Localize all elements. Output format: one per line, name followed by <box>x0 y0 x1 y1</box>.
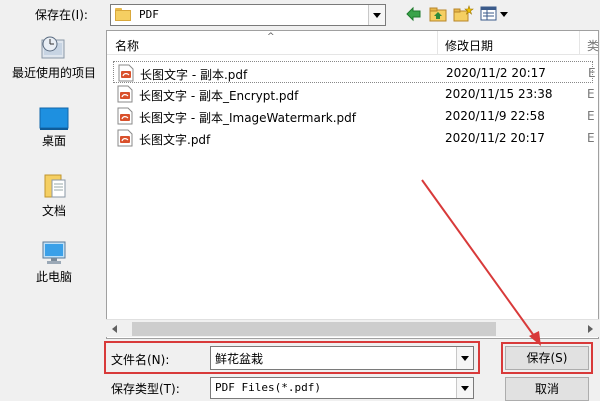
file-type: E <box>587 109 595 123</box>
file-date: 2020/11/15 23:38 <box>445 87 553 101</box>
column-type[interactable]: 类 <box>587 37 598 54</box>
file-name: 长图文字.pdf <box>139 133 211 147</box>
scroll-left-icon[interactable] <box>112 325 117 333</box>
scrollbar-thumb[interactable] <box>132 322 496 336</box>
sort-ascending-icon: ^ <box>267 32 275 42</box>
pdf-file-icon <box>118 64 134 82</box>
pdf-file-icon <box>117 107 133 125</box>
column-divider[interactable] <box>579 31 580 55</box>
file-name: 长图文字 - 副本.pdf <box>140 68 248 82</box>
file-row[interactable]: 长图文字 - 副本_ImageWatermark.pdf 2020/11/9 2… <box>113 105 595 127</box>
place-label: 最近使用的项目 <box>11 66 96 80</box>
horizontal-scrollbar[interactable] <box>106 319 599 337</box>
filename-input[interactable] <box>213 349 453 367</box>
chevron-down-icon[interactable] <box>456 347 473 369</box>
chevron-down-icon[interactable] <box>456 378 473 398</box>
pdf-file-icon <box>117 129 133 147</box>
save-in-label: 保存在(I): <box>35 8 88 22</box>
file-type: E <box>587 131 595 145</box>
pdf-file-icon <box>117 85 133 103</box>
file-row[interactable]: 长图文字.pdf 2020/11/2 20:17 E <box>113 127 595 149</box>
up-folder-icon[interactable] <box>428 5 448 23</box>
file-row[interactable]: 长图文字 - 副本.pdf 2020/11/2 20:17 E <box>113 61 596 83</box>
column-divider[interactable] <box>437 31 438 55</box>
back-arrow-icon[interactable] <box>404 5 424 23</box>
scroll-right-icon[interactable] <box>588 325 593 333</box>
place-label: 此电脑 <box>35 270 72 284</box>
file-date: 2020/11/2 20:17 <box>445 131 545 145</box>
place-computer[interactable]: 此电脑 <box>5 240 103 284</box>
computer-icon <box>42 241 66 264</box>
save-in-value: PDF <box>139 8 159 21</box>
documents-icon <box>44 174 66 198</box>
new-folder-icon[interactable] <box>453 5 474 23</box>
place-desktop[interactable]: 桌面 <box>5 106 103 148</box>
view-menu-icon[interactable] <box>480 5 510 23</box>
recent-icon <box>41 36 65 59</box>
file-type: E <box>588 66 596 80</box>
column-header: 名称 ^ 修改日期 类 <box>107 31 598 55</box>
cancel-button[interactable]: 取消 <box>505 377 589 401</box>
file-date: 2020/11/2 20:17 <box>446 66 546 80</box>
folder-icon <box>115 8 131 21</box>
file-name: 长图文字 - 副本_Encrypt.pdf <box>139 89 299 103</box>
file-date: 2020/11/9 22:58 <box>445 109 545 123</box>
place-label: 文档 <box>41 204 66 218</box>
filename-combo[interactable] <box>210 346 474 370</box>
filetype-combo[interactable]: PDF Files(*.pdf) <box>210 377 474 399</box>
places-sidebar: 最近使用的项目 桌面 文档 此电脑 <box>5 30 103 360</box>
place-label: 桌面 <box>41 134 66 148</box>
column-date[interactable]: 修改日期 <box>445 37 493 54</box>
save-button[interactable]: 保存(S) <box>505 346 589 370</box>
column-name[interactable]: 名称 <box>115 37 139 54</box>
desktop-icon <box>39 107 69 130</box>
place-recent[interactable]: 最近使用的项目 <box>5 34 103 80</box>
filetype-label: 保存类型(T): <box>111 382 180 396</box>
save-in-combo[interactable]: PDF <box>110 4 386 26</box>
place-documents[interactable]: 文档 <box>5 172 103 218</box>
chevron-down-icon[interactable] <box>368 5 385 25</box>
file-name: 长图文字 - 副本_ImageWatermark.pdf <box>139 111 357 125</box>
file-row[interactable]: 长图文字 - 副本_Encrypt.pdf 2020/11/15 23:38 E <box>113 83 595 105</box>
filetype-value: PDF Files(*.pdf) <box>215 381 321 394</box>
file-list[interactable]: 名称 ^ 修改日期 类 长图文字 - 副本.pdf 2020/11/2 20:1… <box>106 30 599 339</box>
filename-label: 文件名(N): <box>111 353 170 367</box>
file-type: E <box>587 87 595 101</box>
